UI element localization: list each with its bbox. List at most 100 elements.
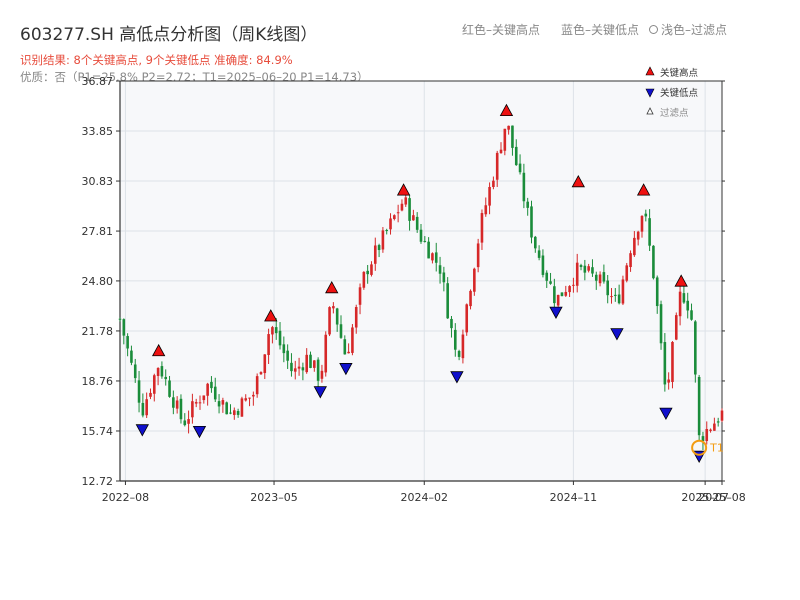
candle-body [564,291,568,296]
kline-chart: 12.72 15.74 18.76 21.78 24.80 27.81 30.83 33.85… [82,66,746,504]
candle-body [297,366,301,369]
candle-body [347,351,350,354]
x-tick-label: 2023–05 [250,491,298,504]
candle-body [492,180,495,187]
candle-body [415,216,419,230]
candle-body [267,334,270,355]
candle-body [461,334,465,359]
candle-body [263,354,267,374]
candle-body [495,152,499,180]
candle-body [324,334,328,373]
candle-body [678,291,682,317]
candle-body [305,354,308,373]
candle-body [328,307,331,335]
candle-body [240,398,244,417]
candle-body [252,394,255,397]
candle-body [221,400,225,405]
candle-body [629,253,632,268]
y-tick-label: 24.80 [82,275,114,288]
candle-body [206,383,209,396]
candle-body [385,230,389,232]
candle-body [149,392,152,397]
candle-body [217,401,221,407]
candle-body [282,344,286,354]
candle-body [293,368,297,372]
candle-body [354,307,358,328]
candle-body [457,350,461,357]
candle-body [549,281,552,284]
candle-body [534,236,537,249]
candle-body [476,243,480,268]
candle-body [389,218,392,230]
candle-body [617,294,621,304]
candle-body [503,128,507,151]
candle-body [141,402,145,416]
candle-body [278,330,282,346]
candle-body [572,284,575,286]
candle-body [690,310,693,320]
candle-body [400,203,404,211]
candle-body [225,402,228,415]
candle-body [358,287,362,305]
candle-body [194,402,198,404]
candle-body [488,186,491,206]
candle-body [648,218,651,246]
candle-body [118,318,122,320]
candle-body [274,327,278,334]
candle-body [469,290,472,307]
candle-body [709,429,712,431]
candle-body [575,262,579,286]
candle-body [419,229,423,242]
candle-body [175,400,179,409]
candle-body [381,230,385,250]
candle-body [236,411,240,415]
candle-body [682,293,686,303]
candle-body [686,300,690,311]
candle-body [427,241,430,259]
candle-body [674,315,678,340]
candle-body [370,264,373,275]
x-tick-label: 2024–02 [401,491,449,504]
y-tick-label: 12.72 [82,475,114,488]
candle-body [473,268,476,292]
candle-body [412,215,415,221]
candle-body [446,283,449,319]
candle-body [393,215,396,220]
y-tick-label: 36.87 [82,75,114,88]
candle-body [518,163,522,173]
x-tick-label: 2022–08 [102,491,150,504]
candle-body [720,410,724,421]
candle-body [636,231,640,240]
candle-body [408,198,411,221]
candle-body [514,146,518,166]
candle-body [210,381,213,389]
legend-label: 关键低点 [660,87,699,99]
candle-body [156,367,160,376]
candle-body [522,172,526,202]
candle-body [499,149,503,154]
candle-body [655,277,659,307]
candle-body [229,412,232,414]
candle-body [545,272,549,281]
t1-label: T1 [709,442,724,455]
candle-body [610,296,613,298]
candle-body [671,341,674,382]
candle-body [152,375,156,394]
candle-body [316,359,320,381]
candle-body [213,386,217,400]
candle-body [431,253,434,261]
candle-body [164,376,168,380]
candle-body [614,294,617,296]
candle-body [244,398,248,401]
candle-body [484,205,488,215]
candle-body [625,265,629,281]
legend-label: 过滤点 [660,107,689,119]
candle-body [568,286,571,293]
candle-body [442,272,446,283]
y-tick-label: 30.83 [82,175,114,188]
candle-body [160,366,164,377]
candle-body [713,423,716,431]
candle-body [373,245,377,264]
candle-body [362,271,366,288]
candle-body [453,329,457,350]
